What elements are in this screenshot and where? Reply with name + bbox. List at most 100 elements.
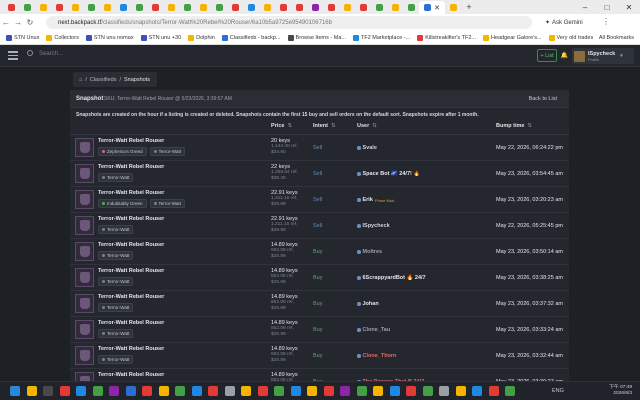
browser-tab[interactable] — [355, 1, 371, 13]
table-row[interactable]: Terror-Watt Rebel Rouser Terror-Watt 14.89… — [70, 265, 569, 291]
taskbar-app-icon[interactable] — [175, 386, 185, 396]
user-link[interactable]: ISpycheck — [357, 223, 390, 229]
taskbar-app-icon[interactable] — [158, 386, 169, 396]
taskbar-app-icon[interactable] — [109, 386, 119, 396]
browser-tab[interactable] — [211, 1, 227, 13]
item-thumbnail[interactable] — [75, 346, 94, 365]
item-thumbnail[interactable] — [75, 138, 94, 157]
minimize-button[interactable]: – — [574, 0, 596, 14]
browser-tab[interactable] — [307, 1, 323, 13]
forward-arrow-icon[interactable]: → — [12, 18, 24, 27]
taskbar-app-icon[interactable] — [274, 386, 284, 396]
taskbar-app-icon[interactable] — [26, 386, 37, 396]
browser-tab[interactable] — [3, 1, 19, 13]
taskbar-app-icon[interactable] — [406, 386, 416, 396]
user-link[interactable]: Johan — [357, 301, 379, 307]
clock[interactable]: 下午 07:49 2026/6/3 — [609, 385, 632, 397]
start-menu-icon[interactable] — [10, 386, 20, 396]
taskbar-app-icon[interactable] — [43, 386, 53, 396]
bookmark-item[interactable]: Dolphin — [188, 34, 215, 41]
item-thumbnail[interactable] — [75, 294, 94, 313]
browser-tab[interactable] — [243, 1, 259, 13]
taskbar-app-icon[interactable] — [422, 386, 433, 396]
browser-tab[interactable] — [371, 1, 387, 13]
taskbar-app-icon[interactable] — [323, 386, 334, 396]
browser-tab[interactable] — [115, 1, 131, 13]
item-name[interactable]: Terror-Watt Rebel Rouser — [98, 294, 164, 300]
table-row[interactable]: Terror-Watt Rebel Rouser Terror-Watt 14.89… — [70, 317, 569, 343]
browser-tab[interactable] — [227, 1, 243, 13]
taskbar-app-icon[interactable] — [373, 386, 383, 396]
taskbar-app-icon[interactable] — [142, 386, 152, 396]
browser-tab[interactable] — [291, 1, 307, 13]
table-row[interactable]: Terror-Watt Rebel Rouser Indubitably Gree… — [70, 187, 569, 213]
language-indicator[interactable]: ENG — [552, 388, 564, 394]
user-menu[interactable]: ISpycheck Profile ▾ — [572, 48, 634, 64]
bookmark-item[interactable]: TF2 Marketplace -... — [352, 34, 410, 41]
taskbar-app-icon[interactable] — [340, 386, 350, 396]
taskbar-app-icon[interactable] — [125, 386, 136, 396]
bookmark-item[interactable]: Headgear Galore's... — [482, 34, 542, 41]
all-bookmarks-link[interactable]: All Bookmarks — [599, 35, 634, 41]
bookmark-item[interactable]: STN unu +30 — [140, 34, 181, 41]
taskbar-app-icon[interactable] — [455, 386, 466, 396]
item-name[interactable]: Terror-Watt Rebel Rouser — [98, 216, 164, 222]
url-input[interactable]: next.backpack.tf/classifieds/snapshots/T… — [46, 16, 532, 29]
user-link[interactable]: Moltres — [357, 249, 382, 255]
browser-tab[interactable] — [163, 1, 179, 13]
browser-tab[interactable] — [131, 1, 147, 13]
bookmark-item[interactable]: Browse Items - Ma... — [287, 34, 346, 41]
browser-tab[interactable] — [445, 1, 461, 13]
item-name[interactable]: Terror-Watt Rebel Rouser — [98, 164, 164, 170]
item-thumbnail[interactable] — [75, 190, 94, 209]
user-link[interactable]: 6ScrappyardBot 🔥 24/7 — [357, 275, 426, 281]
taskbar-app-icon[interactable] — [488, 386, 499, 396]
browser-tab[interactable] — [259, 1, 275, 13]
browser-tab[interactable] — [339, 1, 355, 13]
browser-tab[interactable] — [403, 1, 419, 13]
item-name[interactable]: Terror-Watt Rebel Rouser — [98, 346, 164, 352]
reload-icon[interactable]: ↻ — [24, 18, 36, 27]
table-row[interactable]: Terror-Watt Rebel Rouser Zephenia's Greed… — [70, 135, 569, 161]
item-name[interactable]: Terror-Watt Rebel Rouser — [98, 190, 164, 196]
browser-tab[interactable] — [99, 1, 115, 13]
taskbar-app-icon[interactable] — [505, 386, 515, 396]
bookmark-item[interactable]: Collectors — [46, 34, 79, 41]
browser-tab[interactable] — [323, 1, 339, 13]
user-link[interactable]: Clone_Thorn — [357, 353, 396, 359]
breadcrumb-classifieds[interactable]: Classifieds — [90, 77, 117, 83]
close-window-button[interactable]: ✕ — [618, 0, 640, 14]
taskbar-app-icon[interactable] — [307, 386, 317, 396]
browser-tab[interactable] — [83, 1, 99, 13]
item-name[interactable]: Terror-Watt Rebel Rouser — [98, 268, 164, 274]
taskbar-app-icon[interactable] — [389, 386, 400, 396]
table-row[interactable]: Terror-Watt Rebel Rouser Terror-Watt 22 ke… — [70, 161, 569, 187]
browser-tab[interactable] — [387, 1, 403, 13]
taskbar-app-icon[interactable] — [59, 386, 70, 396]
bookmark-item[interactable]: STN unu nomax — [85, 34, 134, 41]
back-to-list-link[interactable]: Back to List — [529, 96, 557, 102]
item-name[interactable]: Terror-Watt Rebel Rouser — [98, 242, 164, 248]
item-thumbnail[interactable] — [75, 164, 94, 183]
notification-bell-icon[interactable]: 🔔 — [560, 49, 569, 62]
item-name[interactable]: Terror-Watt Rebel Rouser — [98, 138, 164, 144]
browser-tab[interactable] — [195, 1, 211, 13]
table-row[interactable]: Terror-Watt Rebel Rouser Terror-Watt 14.89… — [70, 343, 569, 369]
user-link[interactable]: Svale — [357, 145, 377, 151]
bookmark-item[interactable]: Classifieds - backp... — [221, 34, 281, 41]
back-arrow-icon[interactable]: ← — [0, 18, 12, 27]
item-name[interactable]: Terror-Watt Rebel Rouser — [98, 372, 164, 378]
maximize-button[interactable]: □ — [596, 0, 618, 14]
table-row[interactable]: Terror-Watt Rebel Rouser Terror-Watt 14.89… — [70, 239, 569, 265]
menu-icon[interactable] — [8, 51, 18, 62]
browser-tab[interactable] — [67, 1, 83, 13]
user-link[interactable]: Erik Prime Mod — [357, 197, 394, 203]
user-link[interactable]: Clone_Tau — [357, 327, 390, 333]
item-name[interactable]: Terror-Watt Rebel Rouser — [98, 320, 164, 326]
user-link[interactable]: Space Bot 🌌 24/7! 🔥 — [357, 171, 420, 177]
taskbar-app-icon[interactable] — [356, 386, 367, 396]
browser-tab[interactable] — [35, 1, 51, 13]
taskbar-app-icon[interactable] — [290, 386, 301, 396]
extensions-icon[interactable]: ⋮ — [600, 17, 612, 26]
taskbar-app-icon[interactable] — [224, 386, 235, 396]
